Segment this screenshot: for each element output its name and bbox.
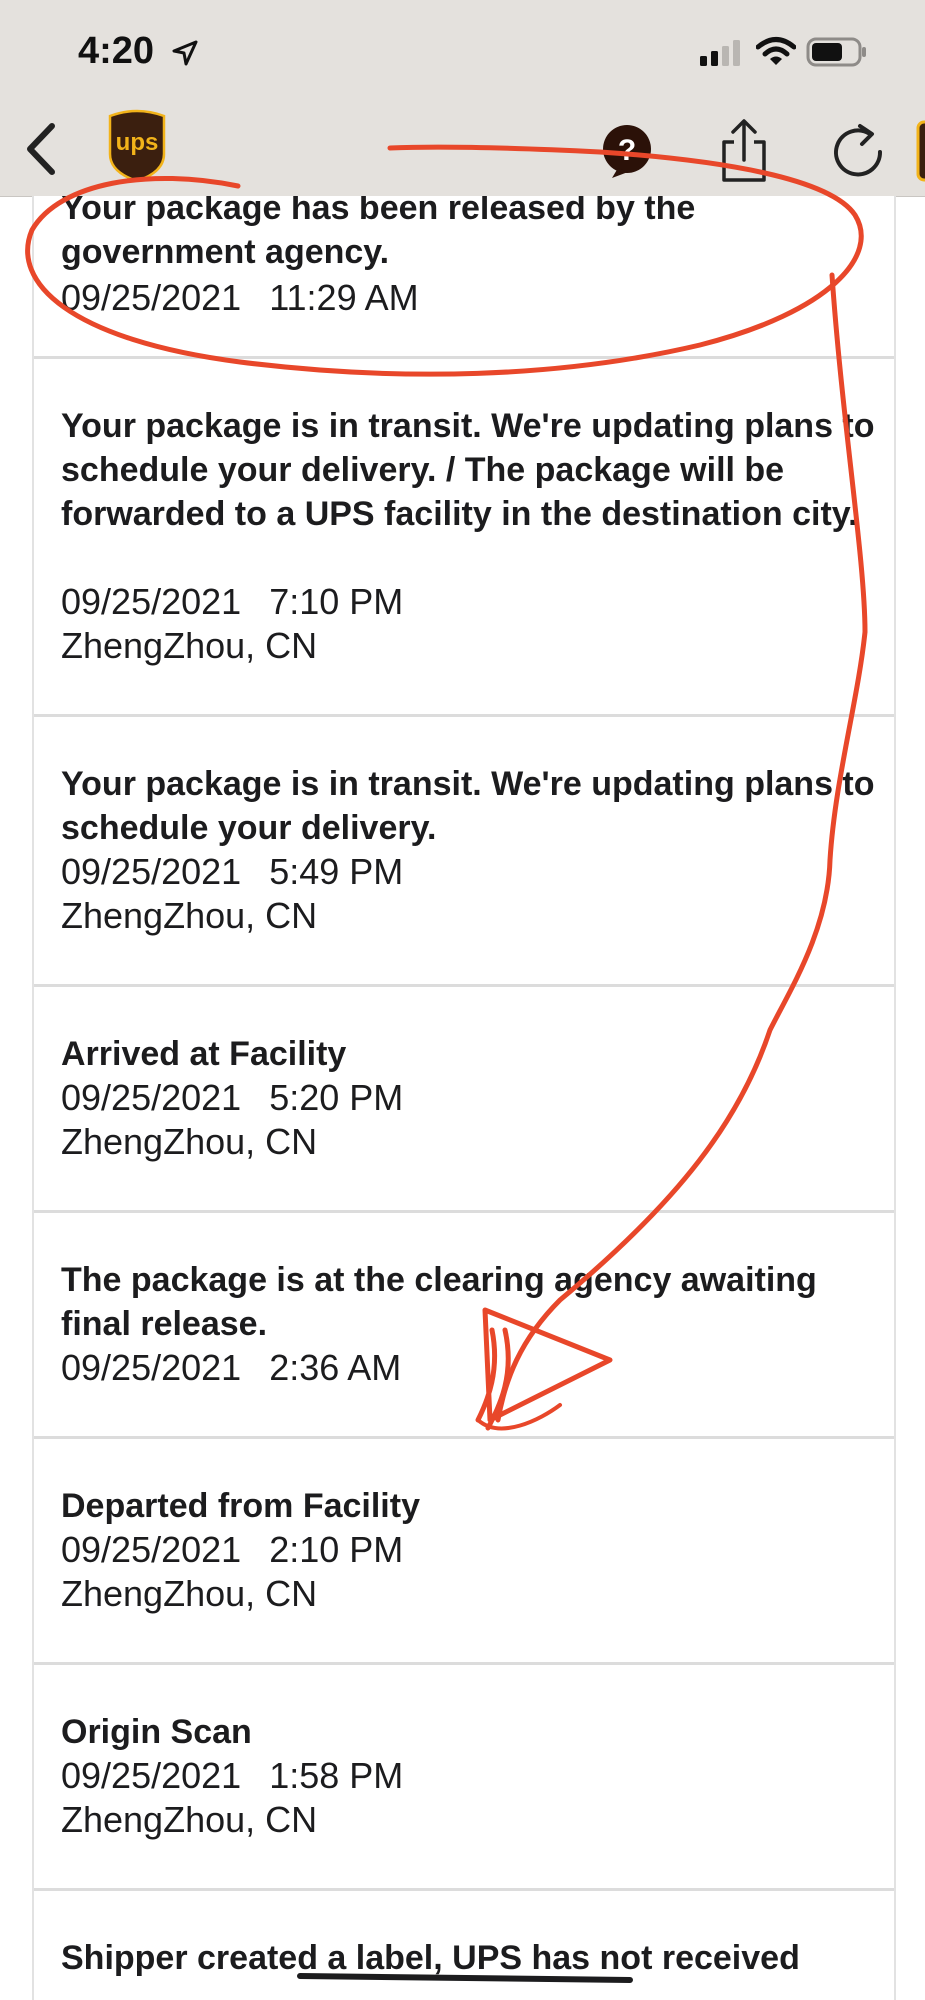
event-date: 09/25/2021 [61, 851, 242, 892]
wifi-icon [756, 37, 796, 65]
event-datetime: 09/25/2021 2:10 PM [61, 1528, 403, 1572]
event-description: Shipper created a label, UPS has not rec… [61, 1939, 800, 1977]
event-time: 7:10 PM [269, 581, 404, 622]
tracking-event: Arrived at Facility 09/25/2021 5:20 PM Zh… [34, 984, 894, 1213]
event-datetime: 09/25/2021 5:20 PM [61, 1076, 403, 1120]
tracking-event: Your package is in transit. We're updati… [34, 714, 894, 987]
event-datetime: 09/25/2021 2:36 AM [61, 1346, 401, 1390]
event-date: 09/25/2021 [61, 1077, 242, 1118]
battery-icon [806, 37, 866, 67]
tracking-event: Departed from Facility 09/25/2021 2:10 PM… [34, 1436, 894, 1665]
ups-logo: ups [108, 109, 166, 182]
tracking-history-list: Your package has been released by the go… [32, 196, 896, 2000]
event-datetime: 09/25/2021 11:29 AM [61, 276, 419, 320]
event-description: Your package is in transit. We're updati… [61, 765, 875, 847]
event-datetime: 09/25/2021 7:10 PM [61, 580, 403, 624]
help-glyph: ? [618, 134, 636, 167]
refresh-icon[interactable] [830, 122, 886, 180]
event-time: 5:49 PM [269, 851, 404, 892]
status-time: 4:20 [78, 30, 155, 72]
event-time: 2:10 PM [269, 1529, 404, 1570]
event-description: Departed from Facility [61, 1487, 420, 1525]
event-datetime: 09/25/2021 5:49 PM [61, 850, 403, 894]
event-description: Arrived at Facility [61, 1035, 347, 1073]
top-bar: 4:20 ups ? [0, 0, 925, 197]
event-date: 09/25/2021 [61, 1347, 242, 1388]
tracking-event: Shipper created a label, UPS has not rec… [34, 1888, 894, 2000]
event-description: Origin Scan [61, 1713, 252, 1751]
help-icon[interactable]: ? [598, 122, 656, 180]
event-description: The package is at the clearing agency aw… [61, 1261, 817, 1343]
event-time: 11:29 AM [269, 277, 419, 318]
location-arrow-icon [172, 40, 198, 66]
status-bar: 4:20 [0, 0, 925, 100]
event-date: 09/25/2021 [61, 277, 242, 318]
event-description: Your package is in transit. We're updati… [61, 407, 875, 533]
nav-bar: ups ? [0, 100, 925, 196]
event-time: 2:36 AM [269, 1347, 402, 1388]
event-date: 09/25/2021 [61, 581, 242, 622]
event-description: Your package has been released by the go… [61, 196, 696, 271]
tracking-event: The package is at the clearing agency aw… [34, 1210, 894, 1439]
event-location: ZhengZhou, CN [61, 895, 318, 936]
share-icon[interactable] [718, 118, 770, 184]
event-date: 09/25/2021 [61, 1755, 242, 1796]
tracking-event: Your package has been released by the go… [34, 196, 894, 359]
event-datetime: 09/25/2021 1:58 PM [61, 1754, 403, 1798]
event-location: ZhengZhou, CN [61, 625, 318, 666]
back-chevron-icon[interactable] [20, 120, 64, 178]
event-location: ZhengZhou, CN [61, 1121, 318, 1162]
cellular-signal-icon [700, 40, 740, 66]
tracking-event: Origin Scan 09/25/2021 1:58 PM ZhengZhou,… [34, 1662, 894, 1891]
event-date: 09/25/2021 [61, 1529, 242, 1570]
partial-icon [916, 120, 925, 182]
event-location: ZhengZhou, CN [61, 1799, 318, 1840]
event-location: ZhengZhou, CN [61, 1573, 318, 1614]
event-time: 5:20 PM [269, 1077, 404, 1118]
tracking-event: Your package is in transit. We're updati… [34, 356, 894, 717]
event-time: 1:58 PM [269, 1755, 404, 1796]
ups-logo-text: ups [116, 129, 159, 156]
